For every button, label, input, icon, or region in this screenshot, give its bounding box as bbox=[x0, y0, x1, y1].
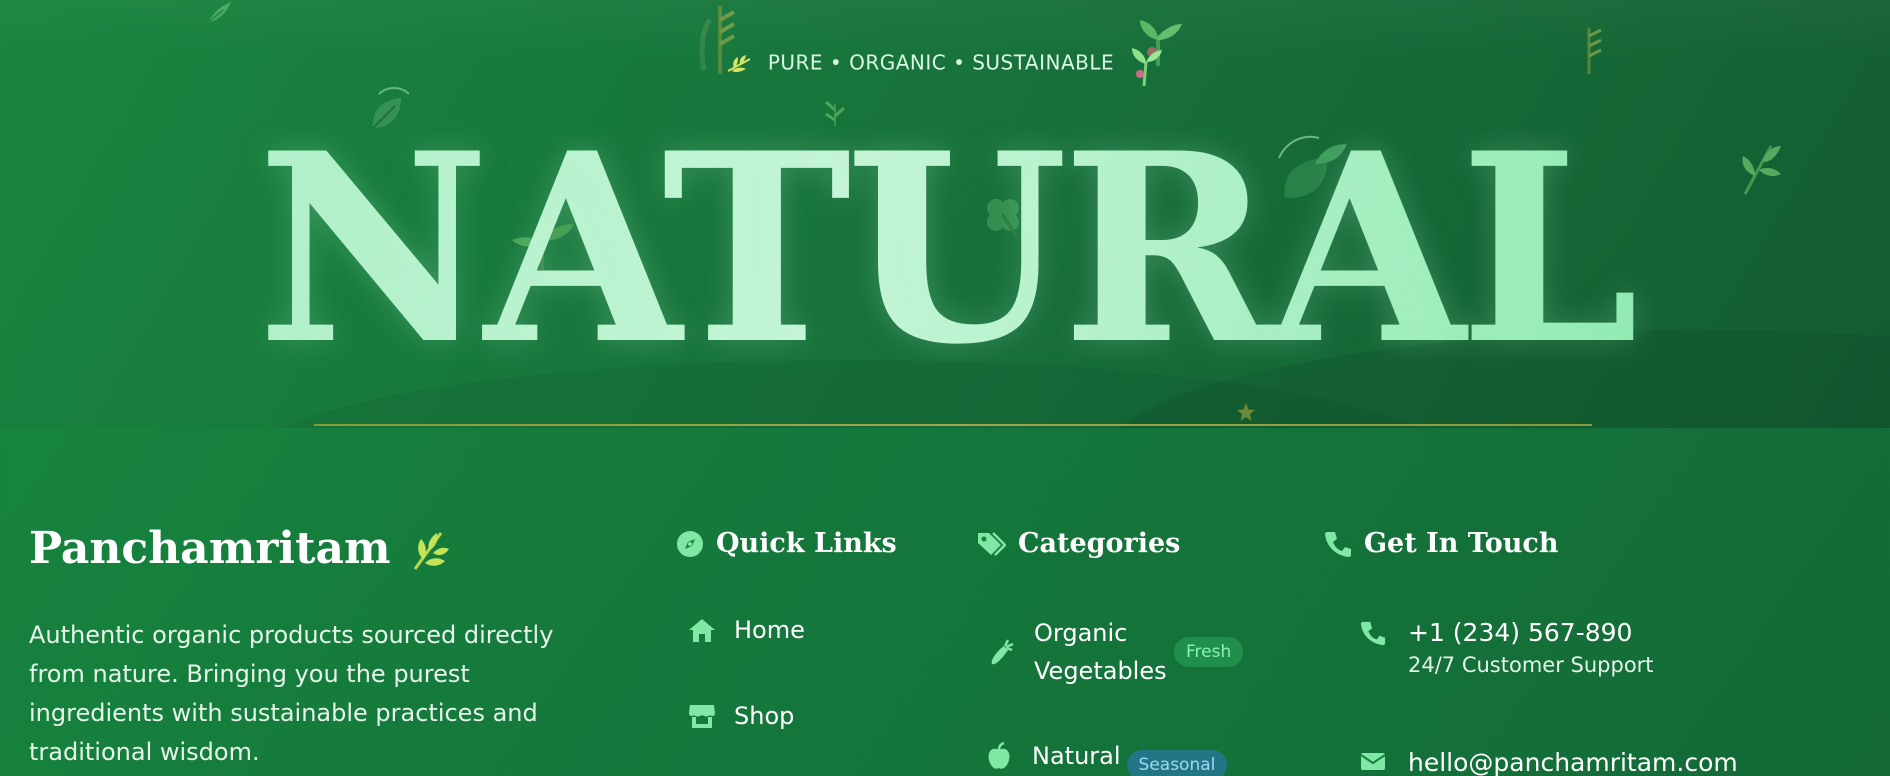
quick-links-title: Quick Links bbox=[716, 528, 897, 559]
sprout-icon bbox=[1132, 48, 1163, 86]
store-icon bbox=[688, 703, 716, 729]
category-label: Natural bbox=[1032, 742, 1121, 770]
envelope-icon bbox=[1360, 750, 1386, 772]
category-badge: Fresh bbox=[1174, 637, 1244, 667]
categories-title: Categories bbox=[1018, 528, 1181, 559]
category-label: Organic Vegetables bbox=[1034, 619, 1167, 685]
wheat-leaf-icon bbox=[727, 55, 751, 73]
leaf-icon bbox=[413, 531, 449, 570]
tagline-text: PURE • ORGANIC • SUSTAINABLE bbox=[767, 50, 1115, 75]
contact-title: Get In Touch bbox=[1364, 528, 1559, 559]
hero-title: NATURAL bbox=[19, 120, 1871, 380]
quick-link-label: Shop bbox=[734, 702, 795, 730]
quick-links-heading: Quick Links bbox=[676, 528, 897, 559]
quick-link-home[interactable]: Home bbox=[688, 616, 805, 644]
apple-icon bbox=[986, 742, 1012, 770]
carrot-icon bbox=[988, 638, 1014, 666]
star-icon bbox=[1237, 403, 1255, 421]
hero-tagline: PURE • ORGANIC • SUSTAINABLE bbox=[0, 42, 1890, 86]
category-badge: Seasonal bbox=[1126, 750, 1228, 776]
leaf-icon bbox=[208, 2, 231, 23]
contact-email[interactable]: hello@panchamritam.com bbox=[1360, 748, 1738, 776]
compass-icon bbox=[676, 530, 704, 558]
home-icon bbox=[688, 617, 716, 643]
hero-divider bbox=[314, 424, 1592, 426]
contact-phone-text: +1 (234) 567-890 24/7 Customer Support bbox=[1408, 618, 1654, 677]
phone-caption: 24/7 Customer Support bbox=[1408, 653, 1654, 677]
hero-banner: PURE • ORGANIC • SUSTAINABLE NATURAL bbox=[0, 0, 1890, 428]
contact-email-text: hello@panchamritam.com bbox=[1408, 748, 1738, 776]
category-natural[interactable]: Natural Seasonal bbox=[986, 732, 1228, 776]
category-organic-vegetables[interactable]: Organic Vegetables Fresh bbox=[988, 614, 1244, 690]
brand-name: Panchamritam bbox=[29, 523, 391, 574]
brand: Panchamritam bbox=[29, 523, 449, 574]
sprout-icon bbox=[1140, 20, 1182, 66]
categories-heading: Categories bbox=[976, 528, 1180, 559]
quick-link-label: Home bbox=[734, 616, 805, 644]
quick-link-shop[interactable]: Shop bbox=[688, 702, 794, 730]
contact-heading: Get In Touch bbox=[1324, 528, 1558, 559]
phone-number[interactable]: +1 (234) 567-890 bbox=[1408, 618, 1654, 647]
contact-phone[interactable]: +1 (234) 567-890 24/7 Customer Support bbox=[1360, 618, 1654, 677]
phone-icon bbox=[1360, 620, 1386, 646]
brand-description: Authentic organic products sourced direc… bbox=[29, 621, 554, 766]
email-address[interactable]: hello@panchamritam.com bbox=[1408, 748, 1738, 776]
site-footer: Panchamritam Authentic organic products … bbox=[0, 428, 1890, 776]
tags-icon bbox=[976, 531, 1006, 557]
phone-icon bbox=[1324, 530, 1352, 558]
